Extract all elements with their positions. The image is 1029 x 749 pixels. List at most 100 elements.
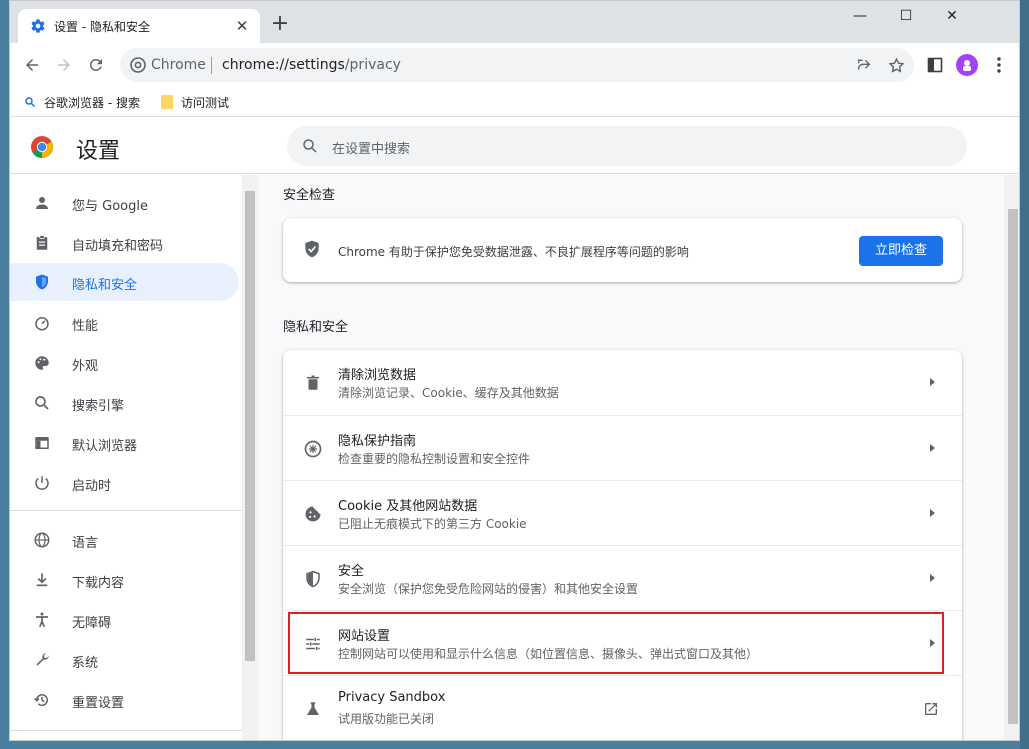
desktop-edge [1020, 0, 1029, 749]
privacy-card: 清除浏览数据 清除浏览记录、Cookie、缓存及其他数据 隐私保护指南 检查重要… [283, 350, 962, 740]
sidebar-item-autofill[interactable]: 自动填充和密码 [10, 224, 239, 262]
sidebar-item-label: 语言 [72, 536, 99, 551]
shield-icon [32, 272, 52, 292]
history-icon [32, 690, 52, 710]
main-scroll-thumb[interactable] [1008, 209, 1018, 724]
address-bar[interactable]: Chrome chrome://settings/privacy [120, 48, 914, 82]
sidebar-item-appearance[interactable]: 外观 [10, 344, 239, 382]
sidebar-item-label: 无障碍 [72, 616, 112, 631]
palette-icon [32, 353, 52, 373]
bookmark-item[interactable]: 谷歌浏览器 - 搜索 [24, 93, 140, 111]
sidebar-item-label: 下载内容 [72, 576, 125, 591]
omnibox-site-label: Chrome [151, 57, 206, 73]
tab-close-icon[interactable]: ✕ [232, 16, 252, 36]
bookmarks-bar: 谷歌浏览器 - 搜索 访问测试 [10, 87, 1019, 117]
bookmark-label: 访问测试 [181, 95, 230, 110]
flask-icon [302, 698, 324, 720]
chevron-right-icon [926, 507, 938, 519]
row-subtitle: 清除浏览记录、Cookie、缓存及其他数据 [338, 386, 559, 400]
gear-icon [30, 18, 46, 34]
tab-title: 设置 - 隐私和安全 [54, 20, 150, 34]
sidebar-item-label: 重置设置 [72, 696, 125, 711]
reload-button[interactable] [82, 51, 110, 79]
chevron-right-icon [926, 376, 938, 388]
sidebar-scroll-thumb[interactable] [245, 191, 255, 661]
browser-window: 设置 - 隐私和安全 ✕ + — ☐ ✕ Chrome chrome://set… [9, 0, 1020, 741]
clipboard-icon [32, 233, 52, 253]
settings-header: 设置 在设置中搜索 [10, 118, 1019, 174]
globe-icon [32, 530, 52, 550]
row-subtitle: 已阻止无痕模式下的第三方 Cookie [338, 517, 527, 531]
toolbar: Chrome chrome://settings/privacy [10, 43, 1019, 87]
url-path: /privacy [344, 57, 401, 73]
arrow-right-icon [58, 59, 70, 71]
maximize-button[interactable]: ☐ [883, 1, 929, 31]
avatar-icon [963, 60, 971, 71]
row-subtitle: 检查重要的隐私控制设置和安全控件 [338, 452, 531, 466]
close-window-button[interactable]: ✕ [929, 1, 975, 31]
chrome-logo-icon [30, 135, 54, 159]
sidebar-item-performance[interactable]: 性能 [10, 304, 239, 342]
omnibox-separator [211, 57, 212, 74]
sidebar-item-reset[interactable]: 重置设置 [10, 681, 239, 719]
settings-sidebar: 您与 Google 自动填充和密码 隐私和安全 性能 外观 搜索引擎 默认浏览器 [10, 175, 258, 740]
row-security[interactable]: 安全 安全浏览（保护您免受危险网站的侵害）和其他安全设置 [283, 545, 962, 610]
bookmark-item[interactable]: 访问测试 [161, 93, 229, 111]
sidebar-item-you-and-google[interactable]: 您与 Google [10, 184, 239, 222]
settings-main: 安全检查 Chrome 有助于保护您免受数据泄露、不良扩展程序等问题的影响 立即… [258, 175, 1019, 740]
settings-search-input[interactable]: 在设置中搜索 [287, 126, 967, 166]
row-title: 清除浏览数据 [338, 368, 417, 383]
shield-half-icon [302, 568, 324, 590]
row-subtitle: 安全浏览（保护您免受危险网站的侵害）和其他安全设置 [338, 582, 639, 596]
shield-check-icon [302, 239, 322, 263]
row-privacy-sandbox[interactable]: Privacy Sandbox 试用版功能已关闭 [283, 675, 962, 740]
sidebar-item-label: 隐私和安全 [72, 278, 138, 293]
person-icon [32, 193, 52, 213]
row-clear-browsing-data[interactable]: 清除浏览数据 清除浏览记录、Cookie、缓存及其他数据 [283, 350, 962, 415]
chevron-right-icon [926, 572, 938, 584]
tab-settings-privacy[interactable]: 设置 - 隐私和安全 ✕ [18, 9, 260, 43]
wrench-icon [32, 650, 52, 670]
sidebar-item-label: 启动时 [72, 479, 112, 494]
minimize-button[interactable]: — [837, 1, 883, 31]
search-icon [301, 137, 319, 155]
new-tab-button[interactable]: + [268, 13, 292, 37]
speedometer-icon [32, 313, 52, 333]
row-cookies[interactable]: Cookie 及其他网站数据 已阻止无痕模式下的第三方 Cookie [283, 480, 962, 545]
sidebar-item-default-browser[interactable]: 默认浏览器 [10, 424, 239, 462]
page-title: 设置 [76, 139, 121, 164]
row-title: 隐私保护指南 [338, 434, 417, 449]
forward-button[interactable] [50, 51, 78, 79]
sidebar-divider [10, 730, 242, 731]
side-panel-button[interactable] [924, 54, 946, 76]
chrome-site-icon [130, 57, 146, 73]
sidebar-item-privacy[interactable]: 隐私和安全 [10, 263, 239, 301]
sidebar-item-system[interactable]: 系统 [10, 641, 239, 679]
sidebar-item-search-engine[interactable]: 搜索引擎 [10, 384, 239, 422]
bookmark-star-icon[interactable] [886, 55, 906, 75]
share-icon[interactable] [854, 55, 874, 75]
row-subtitle: 试用版功能已关闭 [338, 712, 435, 726]
safety-check-heading: 安全检查 [283, 188, 336, 203]
reload-icon [89, 58, 102, 71]
back-button[interactable] [18, 51, 46, 79]
sidebar-item-languages[interactable]: 语言 [10, 521, 239, 559]
side-panel-icon [927, 57, 943, 73]
power-icon [32, 473, 52, 493]
sidebar-item-label: 默认浏览器 [72, 439, 138, 454]
sidebar-item-label: 您与 Google [72, 199, 148, 214]
folder-icon [161, 95, 173, 109]
sidebar-item-accessibility[interactable]: 无障碍 [10, 601, 239, 639]
sidebar-item-label: 搜索引擎 [72, 399, 125, 414]
profile-avatar[interactable] [956, 54, 978, 76]
sidebar-item-on-startup[interactable]: 启动时 [10, 464, 239, 502]
sidebar-item-label: 系统 [72, 656, 99, 671]
check-now-button[interactable]: 立即检查 [859, 236, 943, 266]
sidebar-item-downloads[interactable]: 下载内容 [10, 561, 239, 599]
annotation-highlight-box [288, 612, 944, 674]
menu-button[interactable] [988, 54, 1010, 76]
row-privacy-guide[interactable]: 隐私保护指南 检查重要的隐私控制设置和安全控件 [283, 415, 962, 480]
compass-icon [302, 438, 324, 460]
sidebar-item-label: 外观 [72, 359, 99, 374]
tab-strip: 设置 - 隐私和安全 ✕ + — ☐ ✕ [10, 1, 1019, 43]
